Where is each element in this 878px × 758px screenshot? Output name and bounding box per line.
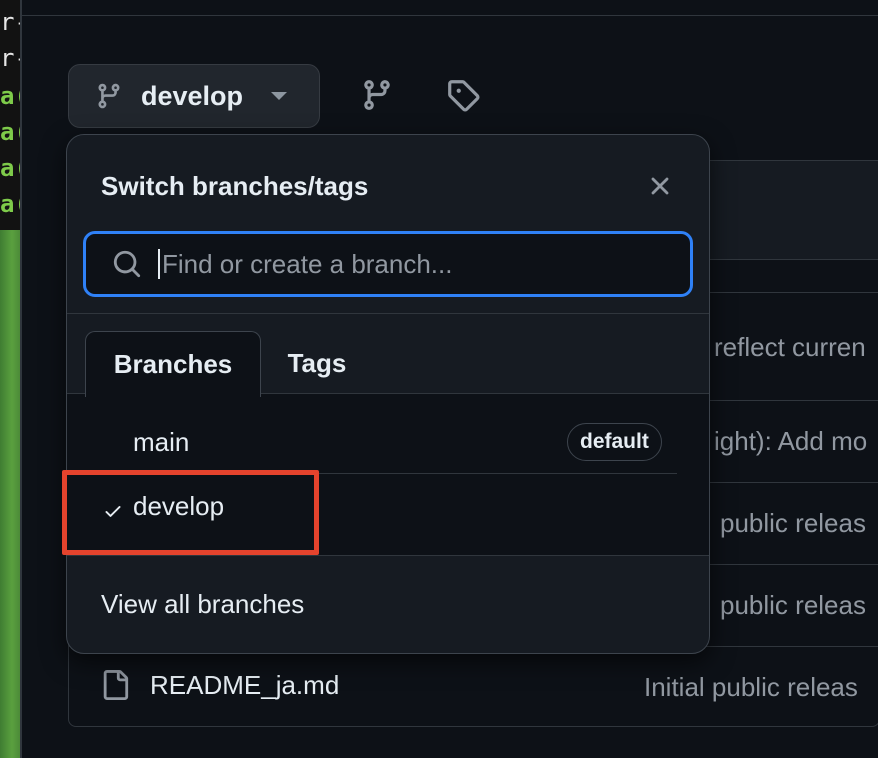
tab-branches[interactable]: Branches (85, 331, 261, 397)
page-top-border (22, 0, 878, 16)
commit-message[interactable]: Initial public releas (644, 672, 858, 703)
divider (67, 313, 709, 314)
row-divider (700, 482, 878, 483)
default-badge: default (567, 423, 662, 461)
commit-message[interactable]: ight): Add mo (714, 426, 867, 457)
branch-selector-label: develop (141, 80, 244, 111)
divider (67, 555, 709, 556)
view-all-branches-link[interactable]: View all branches (101, 589, 304, 620)
file-icon (103, 670, 129, 700)
active-tab-gap (86, 393, 260, 395)
search-icon (113, 250, 141, 278)
terminal-line: a( (0, 118, 20, 146)
row-divider (700, 564, 878, 565)
chevron-down-icon (271, 92, 288, 100)
text-cursor (158, 249, 160, 279)
desktop-background (0, 230, 20, 758)
file-name: README_ja.md (150, 669, 340, 700)
terminal-line: a( (0, 154, 20, 182)
commit-message[interactable]: public releas (720, 508, 866, 539)
git-branch-icon[interactable] (360, 78, 394, 112)
window-divider (20, 0, 22, 758)
tab-tags[interactable]: Tags (265, 331, 369, 395)
branch-search-input[interactable] (162, 248, 642, 280)
git-branch-icon (98, 83, 120, 109)
branch-switcher-dropdown: Switch branches/tags Branches Tags main … (66, 134, 710, 654)
close-icon[interactable] (645, 171, 675, 201)
branch-search-field[interactable] (83, 231, 693, 297)
row-divider (700, 400, 878, 401)
dropdown-title: Switch branches/tags (101, 171, 369, 201)
commit-message[interactable]: reflect curren (714, 332, 866, 363)
terminal-line: a( (0, 190, 20, 218)
terminal-line: a( (0, 82, 20, 110)
terminal-line: r- (0, 44, 20, 72)
tag-icon[interactable] (446, 78, 480, 112)
branch-name: main (133, 427, 190, 457)
terminal-fragment: r- r- a( a( a( a( (0, 0, 20, 230)
branch-item-main[interactable]: main default (67, 411, 709, 475)
file-row[interactable]: README_ja.md (100, 668, 339, 702)
commit-message[interactable]: public releas (720, 590, 866, 621)
branch-selector-button[interactable]: develop (68, 64, 320, 128)
row-divider (700, 292, 878, 293)
terminal-line: r- (0, 8, 20, 36)
file-list-header (700, 160, 878, 260)
highlight-box (62, 470, 319, 555)
